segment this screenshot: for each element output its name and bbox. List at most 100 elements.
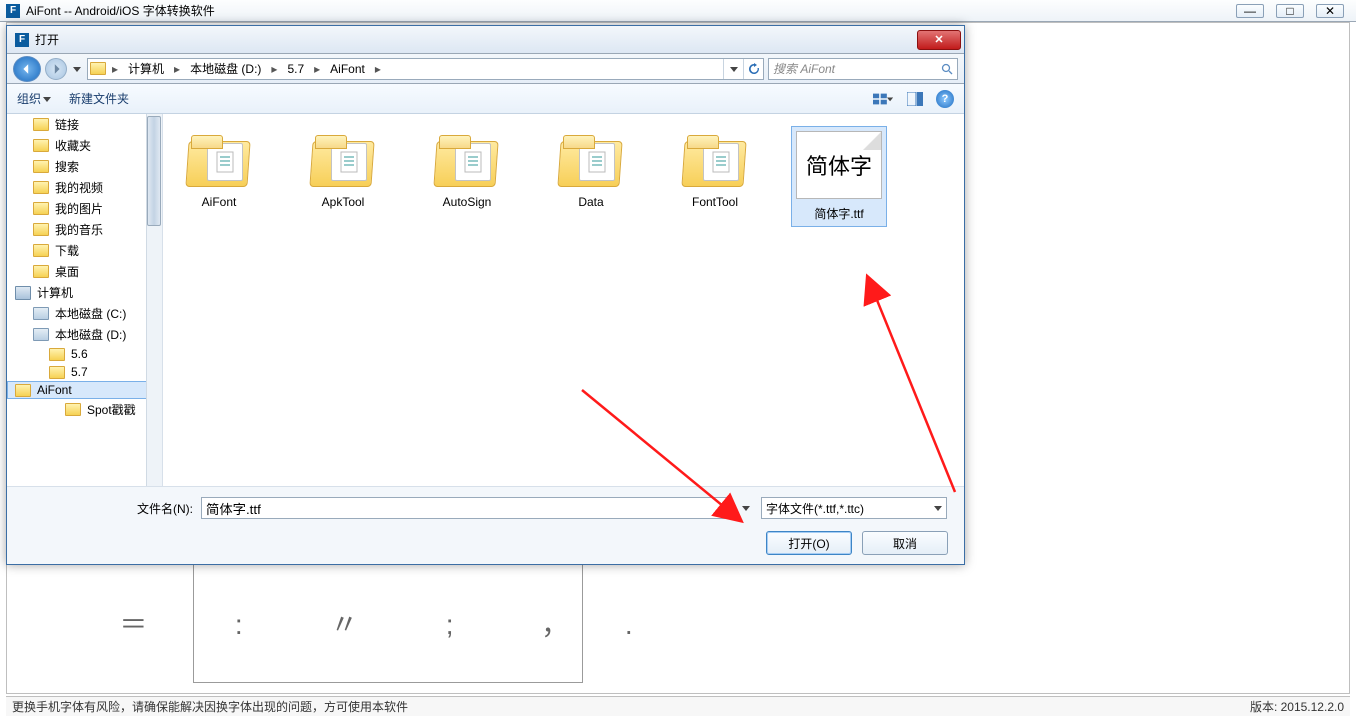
organize-button[interactable]: 组织 xyxy=(17,90,51,107)
refresh-button[interactable] xyxy=(743,59,763,79)
tree-item[interactable]: Spot戳戳 xyxy=(7,399,162,420)
file-item[interactable]: ApkTool xyxy=(295,126,391,227)
breadcrumb-dropdown[interactable] xyxy=(723,59,743,79)
tree-item-label: 本地磁盘 (D:) xyxy=(55,326,126,343)
file-type-filter[interactable]: 字体文件(*.ttf,*.ttc) xyxy=(761,497,947,519)
folder-icon xyxy=(65,403,81,416)
pane-icon xyxy=(907,92,923,106)
filename-input[interactable] xyxy=(201,497,731,519)
view-options-button[interactable] xyxy=(872,90,894,108)
folder-icon xyxy=(183,131,255,189)
file-item[interactable]: FontTool xyxy=(667,126,763,227)
file-item[interactable]: AiFont xyxy=(171,126,267,227)
search-icon xyxy=(941,63,953,75)
chevron-down-icon xyxy=(43,95,51,103)
folder-icon xyxy=(33,118,49,131)
folder-icon xyxy=(679,131,751,189)
app-title: AiFont -- Android/iOS 字体转换软件 xyxy=(26,2,215,19)
dialog-titlebar: F 打开 ✕ xyxy=(7,26,964,54)
filename-history-dropdown[interactable] xyxy=(739,501,753,515)
tree-item-label: 搜索 xyxy=(55,158,79,175)
new-folder-button[interactable]: 新建文件夹 xyxy=(69,90,129,107)
open-file-dialog: F 打开 ✕ ▸ 计算机 ▸ 本地磁盘 (D:) ▸ 5.7 ▸ AiFont … xyxy=(6,25,965,565)
tree-item-label: 收藏夹 xyxy=(55,137,91,154)
tree-item-label: 我的音乐 xyxy=(55,221,103,238)
close-button[interactable]: ✕ xyxy=(1316,4,1344,18)
minimize-button[interactable]: — xyxy=(1236,4,1264,18)
dialog-toolbar: 组织 新建文件夹 ? xyxy=(7,84,964,114)
cancel-button[interactable]: 取消 xyxy=(862,531,948,555)
folder-icon xyxy=(33,202,49,215)
chevron-right-icon: ▸ xyxy=(371,62,385,76)
tree-item[interactable]: 链接 xyxy=(7,114,162,135)
chevron-down-icon xyxy=(934,504,942,512)
chevron-right-icon: ▸ xyxy=(267,62,281,76)
arrow-left-icon xyxy=(21,63,33,75)
help-button[interactable]: ? xyxy=(936,90,954,108)
file-label: ApkTool xyxy=(322,195,365,209)
folder-icon xyxy=(15,384,31,397)
tree-item-label: 我的视频 xyxy=(55,179,103,196)
maximize-button[interactable]: □ xyxy=(1276,4,1304,18)
tree-item[interactable]: 5.6 xyxy=(7,345,162,363)
tree-item[interactable]: 本地磁盘 (D:) xyxy=(7,324,162,345)
dialog-close-button[interactable]: ✕ xyxy=(917,30,961,50)
file-area[interactable]: AiFont ApkTool AutoSign Data FontTool 简体字简体字.… xyxy=(163,114,964,486)
nav-history-dropdown[interactable] xyxy=(71,56,83,82)
tree-item[interactable]: AiFont xyxy=(7,381,162,399)
file-label: AutoSign xyxy=(443,195,492,209)
app-icon: F xyxy=(6,4,20,18)
view-icon xyxy=(873,92,887,106)
file-item[interactable]: 简体字简体字.ttf xyxy=(791,126,887,227)
tree-item[interactable]: 计算机 xyxy=(7,282,162,303)
dialog-icon: F xyxy=(15,33,29,47)
chevron-down-icon xyxy=(730,65,738,73)
folder-icon xyxy=(307,131,379,189)
breadcrumb-item[interactable]: 计算机 xyxy=(122,59,170,79)
chevron-down-icon xyxy=(887,95,893,103)
tree-item[interactable]: 5.7 xyxy=(7,363,162,381)
nav-back-button[interactable] xyxy=(13,56,41,82)
tree-item-label: 链接 xyxy=(55,116,79,133)
tree-item[interactable]: 下载 xyxy=(7,240,162,261)
search-input[interactable]: 搜索 AiFont xyxy=(768,58,958,80)
font-file-icon: 简体字 xyxy=(796,131,882,199)
app-titlebar: F AiFont -- Android/iOS 字体转换软件 — □ ✕ xyxy=(0,0,1356,22)
tree-item-label: 本地磁盘 (C:) xyxy=(55,305,126,322)
tree-item[interactable]: 我的音乐 xyxy=(7,219,162,240)
folder-icon xyxy=(555,131,627,189)
nav-forward-button[interactable] xyxy=(45,58,67,80)
folder-icon xyxy=(49,348,65,361)
tree-item[interactable]: 桌面 xyxy=(7,261,162,282)
file-item[interactable]: Data xyxy=(543,126,639,227)
chevron-down-icon xyxy=(73,65,81,73)
folder-icon xyxy=(33,223,49,236)
tree-item-label: 下载 xyxy=(55,242,79,259)
scrollbar-thumb[interactable] xyxy=(147,116,161,226)
chevron-down-icon xyxy=(742,504,750,512)
tree-item[interactable]: 我的视频 xyxy=(7,177,162,198)
open-button[interactable]: 打开(O) xyxy=(766,531,852,555)
dialog-title: 打开 xyxy=(35,31,59,48)
preview-pane-button[interactable] xyxy=(904,90,926,108)
folder-icon xyxy=(33,244,49,257)
tree-item[interactable]: 搜索 xyxy=(7,156,162,177)
chevron-right-icon: ▸ xyxy=(170,62,184,76)
tree-item[interactable]: 本地磁盘 (C:) xyxy=(7,303,162,324)
filename-label: 文件名(N): xyxy=(137,500,193,517)
tree-item-label: 桌面 xyxy=(55,263,79,280)
tree-item-label: 计算机 xyxy=(37,284,73,301)
tree-item[interactable]: 我的图片 xyxy=(7,198,162,219)
tree-item[interactable]: 收藏夹 xyxy=(7,135,162,156)
folder-icon xyxy=(88,62,108,75)
breadcrumb-item[interactable]: AiFont xyxy=(324,59,371,79)
breadcrumb-item[interactable]: 5.7 xyxy=(281,59,310,79)
breadcrumb-bar[interactable]: ▸ 计算机 ▸ 本地磁盘 (D:) ▸ 5.7 ▸ AiFont ▸ xyxy=(87,58,764,80)
chevron-right-icon: ▸ xyxy=(310,62,324,76)
version-text: 版本: 2015.12.2.0 xyxy=(1250,698,1344,715)
file-item[interactable]: AutoSign xyxy=(419,126,515,227)
dialog-footer: 文件名(N): 字体文件(*.ttf,*.ttc) 打开(O) 取消 xyxy=(7,486,964,564)
nav-tree[interactable]: 链接收藏夹搜索我的视频我的图片我的音乐下载桌面计算机本地磁盘 (C:) 本地磁盘 … xyxy=(7,114,163,486)
breadcrumb-item[interactable]: 本地磁盘 (D:) xyxy=(184,59,267,79)
status-text: 更换手机字体有风险，请确保能解决因换字体出现的问题，方可使用本软件 xyxy=(12,698,408,715)
